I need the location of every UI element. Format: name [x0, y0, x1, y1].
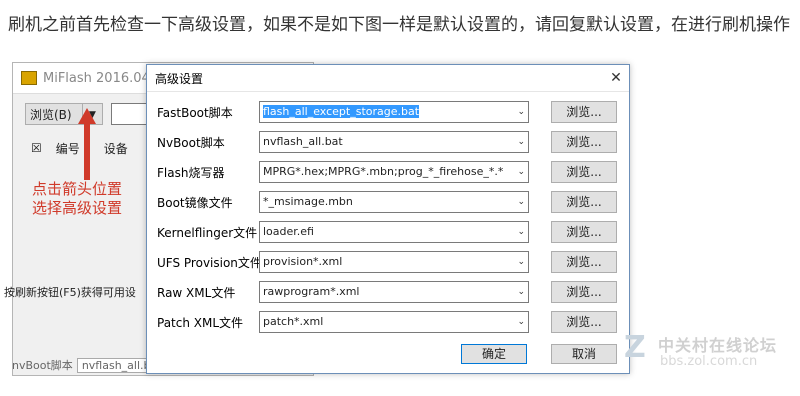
select-all-checkbox[interactable]: ☒	[31, 141, 42, 155]
setting-value: patch*.xml	[263, 315, 324, 328]
fastboot-script-combobox[interactable]: flash_all_except_storage.bat ⌄	[259, 101, 529, 123]
annotation-line-1: 点击箭头位置	[32, 180, 123, 198]
zol-logo-icon: Z	[624, 330, 646, 365]
miflash-app-icon	[21, 71, 37, 85]
setting-label: Patch XML文件	[157, 316, 244, 330]
browse-button[interactable]: 浏览...	[551, 281, 617, 303]
site-watermark: Z 中关村在线论坛 bbs.zol.com.cn	[624, 326, 794, 376]
setting-label: Raw XML文件	[157, 286, 236, 300]
column-device: 设备	[103, 141, 128, 156]
miflash-path-input[interactable]	[111, 103, 151, 125]
setting-label: Kernelflinger文件	[157, 226, 258, 240]
setting-row-fastboot: FastBoot脚本 flash_all_except_storage.bat …	[157, 101, 619, 123]
browse-button[interactable]: 浏览...	[551, 251, 617, 273]
patch-xml-combobox[interactable]: patch*.xml ⌄	[259, 311, 529, 333]
annotation-line-2: 选择高级设置	[32, 199, 123, 217]
nvboot-script-combobox[interactable]: nvflash_all.bat ⌄	[259, 131, 529, 153]
annotation-text: 点击箭头位置 选择高级设置	[32, 180, 122, 218]
chevron-down-icon[interactable]: ⌄	[517, 132, 525, 152]
chevron-down-icon[interactable]: ⌄	[517, 312, 525, 332]
setting-row-raw-xml: Raw XML文件 rawprogram*.xml ⌄ 浏览...	[157, 281, 619, 303]
ufs-provision-combobox[interactable]: provision*.xml ⌄	[259, 251, 529, 273]
setting-value: rawprogram*.xml	[263, 285, 360, 298]
browse-button[interactable]: 浏览...	[551, 221, 617, 243]
setting-label: FastBoot脚本	[157, 106, 233, 120]
close-icon[interactable]: ✕	[603, 65, 629, 91]
raw-xml-combobox[interactable]: rawprogram*.xml ⌄	[259, 281, 529, 303]
flash-programmer-combobox[interactable]: MPRG*.hex;MPRG*.mbn;prog_*_firehose_*.* …	[259, 161, 529, 183]
cancel-button[interactable]: 取消	[551, 344, 617, 364]
browse-button[interactable]: 浏览...	[551, 311, 617, 333]
setting-value: MPRG*.hex;MPRG*.mbn;prog_*_firehose_*.*	[263, 165, 504, 178]
setting-value: *_msimage.mbn	[263, 195, 353, 208]
watermark-url: bbs.zol.com.cn	[660, 354, 758, 369]
setting-value: flash_all_except_storage.bat	[263, 105, 420, 118]
setting-row-boot-image: Boot镜像文件 *_msimage.mbn ⌄ 浏览...	[157, 191, 619, 213]
setting-row-ufs-provision: UFS Provision文件 provision*.xml ⌄ 浏览...	[157, 251, 619, 273]
setting-label: UFS Provision文件	[157, 256, 262, 270]
setting-value: nvflash_all.bat	[263, 135, 343, 148]
chevron-down-icon[interactable]: ⌄	[517, 102, 525, 122]
advanced-settings-dialog: 高级设置 ✕ FastBoot脚本 flash_all_except_stora…	[146, 64, 630, 374]
ok-button[interactable]: 确定	[461, 344, 527, 364]
watermark-name: 中关村在线论坛	[658, 336, 778, 355]
chevron-down-icon[interactable]: ⌄	[517, 252, 525, 272]
chevron-down-icon[interactable]: ⌄	[517, 282, 525, 302]
miflash-status-text: 按刷新按钮(F5)获得可用设	[4, 286, 136, 299]
setting-value: loader.efi	[263, 225, 314, 238]
boot-image-combobox[interactable]: *_msimage.mbn ⌄	[259, 191, 529, 213]
setting-row-kernelflinger: Kernelflinger文件 loader.efi ⌄ 浏览...	[157, 221, 619, 243]
chevron-down-icon[interactable]: ⌄	[517, 222, 525, 242]
browse-button[interactable]: 浏览...	[551, 161, 617, 183]
dialog-title: 高级设置	[147, 65, 629, 92]
setting-label: Flash烧写器	[157, 166, 225, 180]
setting-value: provision*.xml	[263, 255, 343, 268]
miflash-bottom-row: nvBoot脚本 nvflash_all.bat	[12, 357, 167, 373]
setting-label: Boot镜像文件	[157, 196, 233, 210]
chevron-down-icon[interactable]: ⌄	[517, 162, 525, 182]
setting-row-flash-programmer: Flash烧写器 MPRG*.hex;MPRG*.mbn;prog_*_fire…	[157, 161, 619, 183]
setting-row-nvboot: NvBoot脚本 nvflash_all.bat ⌄ 浏览...	[157, 131, 619, 153]
miflash-bottom-label: nvBoot脚本	[12, 359, 73, 372]
browse-button[interactable]: 浏览...	[551, 191, 617, 213]
setting-row-patch-xml: Patch XML文件 patch*.xml ⌄ 浏览...	[157, 311, 619, 333]
browse-button[interactable]: 浏览...	[551, 131, 617, 153]
instruction-text: 刷机之前首先检查一下高级设置，如果不是如下图一样是默认设置的，请回复默认设置，在…	[8, 15, 790, 35]
red-arrow-icon	[78, 108, 96, 180]
chevron-down-icon[interactable]: ⌄	[517, 192, 525, 212]
setting-label: NvBoot脚本	[157, 136, 225, 150]
kernelflinger-combobox[interactable]: loader.efi ⌄	[259, 221, 529, 243]
browse-button[interactable]: 浏览...	[551, 101, 617, 123]
